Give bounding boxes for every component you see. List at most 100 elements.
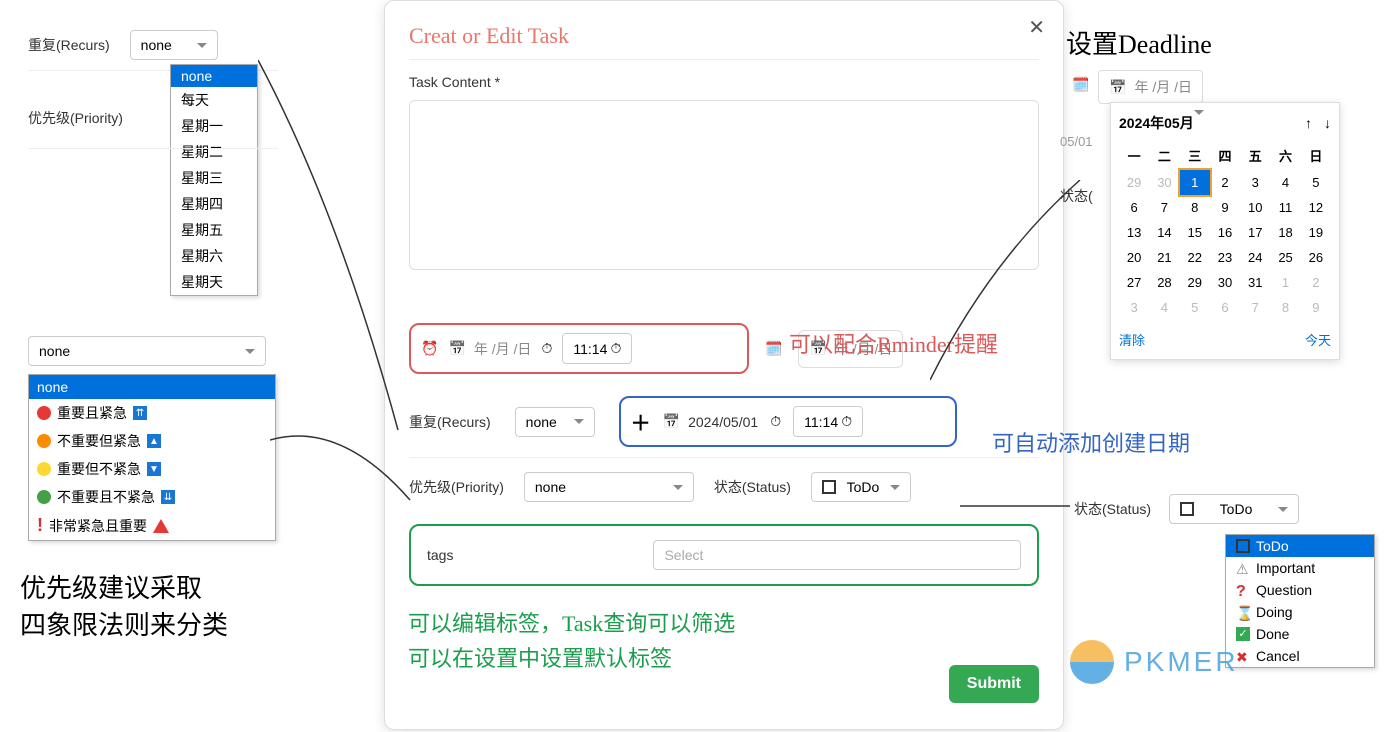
calendar-day[interactable]: 16 (1210, 220, 1240, 245)
calendar-day[interactable]: 12 (1301, 195, 1331, 220)
reminder-date-input[interactable]: 年 /月 /日 (448, 339, 531, 359)
calendar-day[interactable]: 3 (1119, 295, 1149, 320)
deadline-date-input[interactable]: 年 /月 /日 (1098, 70, 1203, 104)
calendar-day[interactable]: 6 (1119, 195, 1149, 220)
priority-option[interactable]: !非常紧急且重要 (29, 511, 275, 540)
calendar-day[interactable]: 28 (1149, 270, 1179, 295)
status-option[interactable]: Important (1226, 557, 1374, 579)
status-option[interactable]: Doing (1226, 601, 1374, 623)
task-content-input[interactable] (409, 100, 1039, 270)
calendar-day[interactable]: 2 (1210, 170, 1240, 195)
calendar-day[interactable]: 14 (1149, 220, 1179, 245)
calendar-day[interactable]: 7 (1240, 295, 1270, 320)
reminder-row: 年 /月 /日 11:14 (409, 323, 749, 374)
tags-select[interactable]: Select (653, 540, 1021, 570)
recurs-dropdown[interactable]: none (130, 30, 218, 60)
calendar-day[interactable]: 5 (1180, 295, 1210, 320)
calendar-day[interactable]: 25 (1270, 245, 1300, 270)
priority-option[interactable]: none (29, 375, 275, 399)
chevron-down-icon (197, 43, 207, 48)
priority-dropdown[interactable]: none (28, 336, 266, 366)
priority-option[interactable]: 不重要且不紧急⇊ (29, 483, 275, 511)
calendar-day[interactable]: 3 (1240, 170, 1270, 195)
calendar-day[interactable]: 22 (1180, 245, 1210, 270)
priority-option[interactable]: 重要且紧急⇈ (29, 399, 275, 427)
calendar-day[interactable]: 29 (1119, 170, 1149, 195)
calendar-day[interactable]: 1 (1180, 170, 1210, 195)
calendar-day[interactable]: 27 (1119, 270, 1149, 295)
close-icon[interactable]: ✕ (1028, 15, 1045, 40)
calendar-day[interactable]: 15 (1180, 220, 1210, 245)
status-option[interactable]: Question (1226, 579, 1374, 601)
calendar-today[interactable]: 今天 (1305, 330, 1331, 349)
next-month-icon[interactable]: ↓ (1324, 115, 1331, 131)
created-time-input[interactable]: 11:14 (793, 406, 863, 437)
calendar-day[interactable]: 4 (1270, 170, 1300, 195)
priority-menu: none重要且紧急⇈不重要但紧急▲重要但不紧急▼不重要且不紧急⇊!非常紧急且重要 (28, 374, 276, 541)
recurs-option[interactable]: 星期五 (171, 217, 257, 243)
recurs-option[interactable]: 星期三 (171, 165, 257, 191)
calendar-day[interactable]: 8 (1270, 295, 1300, 320)
calendar-day[interactable]: 13 (1119, 220, 1149, 245)
calendar-day[interactable]: 18 (1270, 220, 1300, 245)
chevron-down-icon (245, 349, 255, 354)
status-dropdown[interactable]: ToDo (1169, 494, 1299, 524)
mini-date: 05/01 (1060, 134, 1093, 149)
status-menu: ToDoImportantQuestionDoingDoneCancel (1225, 534, 1375, 668)
calendar-day[interactable]: 26 (1301, 245, 1331, 270)
calendar-day[interactable]: 6 (1210, 295, 1240, 320)
calendar-day[interactable]: 1 (1270, 270, 1300, 295)
calendar-day[interactable]: 5 (1301, 170, 1331, 195)
calendar-day[interactable]: 30 (1210, 270, 1240, 295)
calendar-month[interactable]: 2024年05月 (1119, 113, 1204, 133)
calendar-grid: 一二三四五六日293012345678910111213141516171819… (1119, 141, 1331, 320)
recurs-menu: none每天星期一星期二星期三星期四星期五星期六星期天 (170, 64, 258, 296)
calendar-day[interactable]: 17 (1240, 220, 1270, 245)
mini-status: 状态( (1060, 186, 1093, 206)
reminder-time-input[interactable]: 11:14 (562, 333, 632, 364)
recurs-dropdown[interactable]: none (515, 407, 595, 437)
calendar-clear[interactable]: 清除 (1119, 330, 1145, 349)
calendar-date-icon: 🗓️ (1072, 76, 1089, 93)
created-row: ＋ 2024/05/01 11:14 (619, 396, 957, 447)
calendar-day[interactable]: 4 (1149, 295, 1179, 320)
calendar-day[interactable]: 7 (1149, 195, 1179, 220)
recurs-option[interactable]: 星期四 (171, 191, 257, 217)
calendar-day[interactable]: 9 (1301, 295, 1331, 320)
recurs-option[interactable]: 星期一 (171, 113, 257, 139)
pkmer-logo: PKMER (1070, 640, 1239, 684)
created-date-input[interactable]: 2024/05/01 (663, 413, 759, 430)
created-annotation: 可自动添加创建日期 (992, 426, 1190, 458)
calendar-day[interactable]: 23 (1210, 245, 1240, 270)
calendar-day[interactable]: 19 (1301, 220, 1331, 245)
calendar-day[interactable]: 29 (1180, 270, 1210, 295)
priority-dropdown[interactable]: none (524, 472, 694, 502)
status-option[interactable]: Cancel (1226, 645, 1374, 667)
recurs-option[interactable]: 星期天 (171, 269, 257, 295)
calendar-day[interactable]: 24 (1240, 245, 1270, 270)
status-option[interactable]: ToDo (1226, 535, 1374, 557)
calendar-day[interactable]: 10 (1240, 195, 1270, 220)
priority-option[interactable]: 不重要但紧急▲ (29, 427, 275, 455)
calendar-day[interactable]: 21 (1149, 245, 1179, 270)
tags-label: tags (427, 547, 453, 563)
recurs-option[interactable]: 每天 (171, 87, 257, 113)
calendar-day[interactable]: 2 (1301, 270, 1331, 295)
priority-label: 优先级(Priority) (28, 108, 123, 128)
recurs-option[interactable]: 星期二 (171, 139, 257, 165)
submit-button[interactable]: Submit (949, 665, 1039, 703)
calendar-date-icon: 🗓️ (765, 340, 782, 357)
tags-row: tags Select (409, 524, 1039, 586)
prev-month-icon[interactable]: ↑ (1305, 115, 1312, 131)
calendar-day[interactable]: 30 (1149, 170, 1179, 195)
calendar-day[interactable]: 31 (1240, 270, 1270, 295)
calendar-day[interactable]: 8 (1180, 195, 1210, 220)
recurs-option[interactable]: 星期六 (171, 243, 257, 269)
calendar-day[interactable]: 20 (1119, 245, 1149, 270)
calendar-day[interactable]: 9 (1210, 195, 1240, 220)
priority-option[interactable]: 重要但不紧急▼ (29, 455, 275, 483)
status-dropdown[interactable]: ToDo (811, 472, 911, 502)
recurs-option[interactable]: none (171, 65, 257, 87)
status-option[interactable]: Done (1226, 623, 1374, 645)
calendar-day[interactable]: 11 (1270, 195, 1300, 220)
